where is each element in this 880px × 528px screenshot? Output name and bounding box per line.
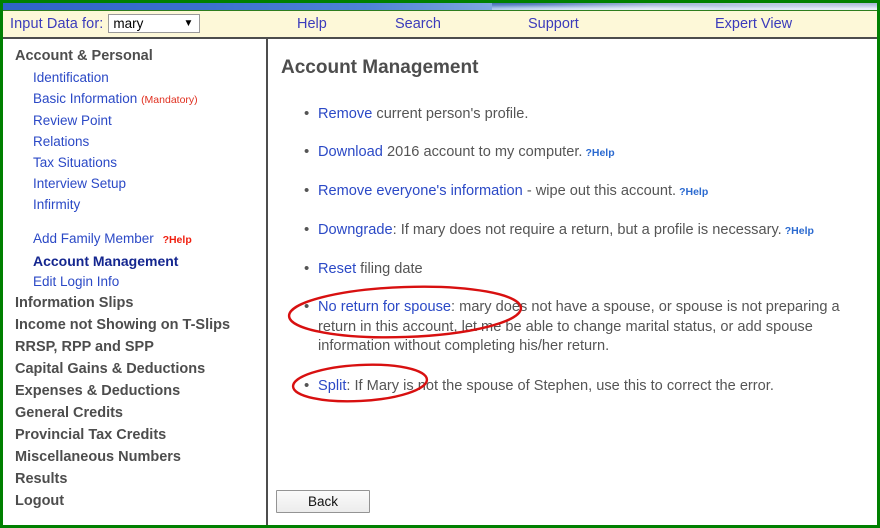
sidebar-item-review-point[interactable]: Review Point xyxy=(3,110,266,131)
main-area: Account & Personal Identification Basic … xyxy=(3,37,877,525)
sidebar-item-general-credits[interactable]: General Credits xyxy=(3,402,266,424)
back-button[interactable]: Back xyxy=(276,490,370,513)
action-item-split: Split: If Mary is not the spouse of Step… xyxy=(304,376,867,397)
input-data-label: Input Data for: xyxy=(10,15,104,32)
sidebar-navigation: Account & Personal Identification Basic … xyxy=(3,39,268,525)
nav-link-expert-view[interactable]: Expert View xyxy=(715,16,792,32)
sidebar-item-label: General Credits xyxy=(15,404,123,421)
nav-link-search[interactable]: Search xyxy=(395,16,441,32)
action-text: - wipe out this account. xyxy=(522,183,677,199)
nav-link-support[interactable]: Support xyxy=(528,16,579,32)
sidebar-item-label: Miscellaneous Numbers xyxy=(15,448,181,465)
action-link-split[interactable]: Split xyxy=(318,378,346,394)
sidebar-item-label: Results xyxy=(15,470,68,487)
sidebar-item-label: Expenses & Deductions xyxy=(15,382,181,399)
sidebar-item-infirmity[interactable]: Infirmity xyxy=(3,194,266,215)
content-panel: Account Management Remove current person… xyxy=(270,39,877,525)
sidebar-item-label: Relations xyxy=(33,133,90,149)
sidebar-item-label: Infirmity xyxy=(33,196,81,212)
sidebar-item-label: Basic Information xyxy=(33,90,138,106)
action-link-remove[interactable]: Remove xyxy=(318,106,372,122)
sidebar-item-relations[interactable]: Relations xyxy=(3,131,266,152)
sidebar-item-label: Tax Situations xyxy=(33,154,118,170)
sidebar-item-label: Identification xyxy=(33,69,109,85)
sidebar-item-account-personal[interactable]: Account & Personal xyxy=(3,45,266,67)
sidebar-item-label: Information Slips xyxy=(15,294,134,311)
chevron-down-icon: ▼ xyxy=(183,18,194,29)
help-link-icon[interactable]: ?Help xyxy=(163,234,192,246)
sidebar-item-income-not-showing-on-t-slips[interactable]: Income not Showing on T-Slips xyxy=(3,314,266,336)
sidebar-item-miscellaneous-numbers[interactable]: Miscellaneous Numbers xyxy=(3,446,266,468)
banner-image xyxy=(3,3,877,11)
action-item-remove-everyones-information: Remove everyone's information - wipe out… xyxy=(304,181,867,203)
sidebar-item-label: Add Family Member xyxy=(33,230,154,246)
help-link-icon[interactable]: ?Help xyxy=(785,225,814,237)
account-actions-list: Remove current person's profile. Downloa… xyxy=(276,104,867,397)
sidebar-item-expenses-deductions[interactable]: Expenses & Deductions xyxy=(3,380,266,402)
action-text: filing date xyxy=(356,261,423,277)
action-item-downgrade: Downgrade: If mary does not require a re… xyxy=(304,220,867,242)
nav-link-help[interactable]: Help xyxy=(297,16,327,32)
person-select-value: mary xyxy=(113,16,144,31)
sidebar-item-label: Logout xyxy=(15,492,65,509)
help-link-icon[interactable]: ?Help xyxy=(585,147,614,159)
mandatory-note: (Mandatory) xyxy=(141,93,198,106)
action-item-download-account: Download 2016 account to my computer.?He… xyxy=(304,142,867,164)
action-item-reset-filing-date: Reset filing date xyxy=(304,259,867,280)
input-data-selector-group: Input Data for: mary ▼ xyxy=(10,14,201,33)
sidebar-item-interview-setup[interactable]: Interview Setup xyxy=(3,173,266,194)
sidebar-item-label: Capital Gains & Deductions xyxy=(15,360,206,377)
action-text: : If Mary is not the spouse of Stephen, … xyxy=(346,377,774,394)
sidebar-item-label: Review Point xyxy=(33,112,112,128)
sidebar-item-label: Interview Setup xyxy=(33,175,127,191)
sidebar-item-basic-information[interactable]: Basic Information (Mandatory) xyxy=(3,88,266,110)
action-item-no-return-for-spouse: No return for spouse: mary does not have… xyxy=(304,297,867,357)
sidebar-item-capital-gains-deductions[interactable]: Capital Gains & Deductions xyxy=(3,358,266,380)
sidebar-item-label: Account Management xyxy=(33,252,179,269)
sidebar-item-label: Provincial Tax Credits xyxy=(15,426,167,443)
sidebar-item-label: RRSP, RPP and SPP xyxy=(15,338,154,355)
action-item-remove-profile: Remove current person's profile. xyxy=(304,104,867,125)
sidebar-item-edit-login-info[interactable]: Edit Login Info xyxy=(3,271,266,292)
sidebar-item-label: Account & Personal xyxy=(15,47,153,64)
sidebar-item-add-family-member[interactable]: Add Family Member ?Help xyxy=(3,228,266,250)
sidebar-item-label: Edit Login Info xyxy=(33,273,120,289)
action-link-reset[interactable]: Reset xyxy=(318,261,356,277)
sidebar-item-rrsp-rpp-spp[interactable]: RRSP, RPP and SPP xyxy=(3,336,266,358)
sidebar-item-logout[interactable]: Logout xyxy=(3,490,266,512)
top-navigation-bar: Input Data for: mary ▼ Help Search Suppo… xyxy=(3,11,877,37)
action-link-download[interactable]: Download xyxy=(318,144,383,160)
sidebar-item-label: Income not Showing on T-Slips xyxy=(15,316,231,333)
sidebar-item-identification[interactable]: Identification xyxy=(3,67,266,88)
sidebar-item-tax-situations[interactable]: Tax Situations xyxy=(3,152,266,173)
action-link-remove-everyone[interactable]: Remove everyone's information xyxy=(318,183,523,199)
action-link-no-return-for-spouse[interactable]: No return for spouse xyxy=(318,299,451,315)
sidebar-item-account-management[interactable]: Account Management xyxy=(3,250,266,271)
action-text: current person's profile. xyxy=(372,106,529,122)
help-link-icon[interactable]: ?Help xyxy=(679,186,708,198)
action-text: : If mary does not require a return, but… xyxy=(392,222,782,238)
sidebar-item-information-slips[interactable]: Information Slips xyxy=(3,292,266,314)
application-window: Input Data for: mary ▼ Help Search Suppo… xyxy=(0,0,880,528)
sidebar-item-provincial-tax-credits[interactable]: Provincial Tax Credits xyxy=(3,424,266,446)
action-link-downgrade[interactable]: Downgrade xyxy=(318,222,393,238)
sidebar-item-results[interactable]: Results xyxy=(3,468,266,490)
person-select[interactable]: mary ▼ xyxy=(108,14,201,33)
page-title: Account Management xyxy=(281,57,479,78)
action-text: 2016 account to my computer. xyxy=(382,144,583,160)
